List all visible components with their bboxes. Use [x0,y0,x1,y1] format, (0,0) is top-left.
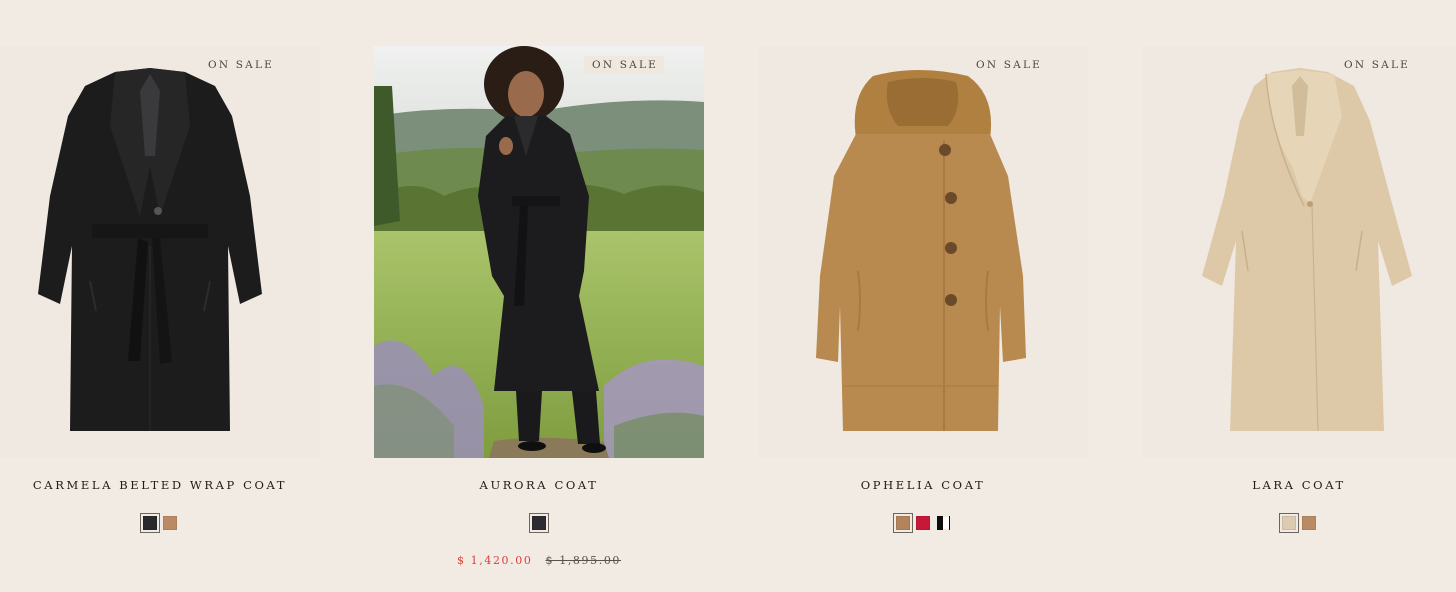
color-swatches [374,513,704,533]
camel-teddy-coat-image [816,70,1026,431]
color-swatches [1142,513,1456,533]
swatch-beige[interactable] [1279,513,1299,533]
product-card-lara[interactable]: ON SALE LARA COAT [1142,46,1456,592]
product-card-carmela[interactable]: ON SALE CARMELA BELTED WRAP COAT [0,46,320,592]
beige-coat-image [1202,68,1412,432]
on-sale-badge: ON SALE [976,59,1042,71]
swatch-camel[interactable] [163,516,177,530]
product-title[interactable]: OPHELIA COAT [758,478,1088,492]
swatch-red[interactable] [916,516,930,530]
product-image-lara[interactable]: ON SALE [1142,46,1456,458]
product-image-aurora[interactable]: ON SALE [374,46,704,458]
swatch-camel[interactable] [893,513,913,533]
product-title[interactable]: CARMELA BELTED WRAP COAT [0,478,320,492]
product-image-ophelia[interactable]: ON SALE [758,46,1088,458]
product-card-ophelia[interactable]: ON SALE OPHELIA COAT [758,46,1088,592]
sale-price: $ 1,420.00 [456,554,533,567]
on-sale-badge: ON SALE [584,56,664,74]
color-swatches [758,513,1088,533]
product-card-aurora[interactable]: ON SALE AURORA COAT $ 1,420.00 $ 1,895.0… [374,46,704,592]
swatch-black[interactable] [140,513,160,533]
original-price: $ 1,895.00 [545,554,622,567]
product-image-carmela[interactable]: ON SALE [0,46,320,458]
swatch-black-white[interactable] [936,516,950,530]
model-in-coat-photo [374,46,704,458]
color-swatches [0,513,320,533]
on-sale-badge: ON SALE [208,59,274,71]
product-title[interactable]: AURORA COAT [374,478,704,492]
on-sale-badge: ON SALE [1344,59,1410,71]
product-title[interactable]: LARA COAT [1142,478,1456,492]
price-block: $ 1,420.00 $ 1,895.00 [374,554,704,567]
swatch-camel[interactable] [1302,516,1316,530]
black-wrap-coat-image [38,68,262,431]
swatch-black[interactable] [529,513,549,533]
